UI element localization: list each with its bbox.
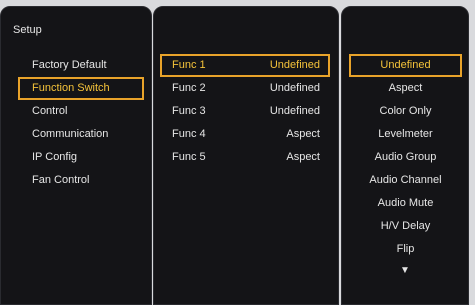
function-value: Undefined [269, 59, 320, 71]
function-row-func-1[interactable]: Func 1 Undefined [160, 54, 330, 77]
function-value: Undefined [269, 105, 320, 117]
option-levelmeter[interactable]: Levelmeter [349, 123, 462, 146]
menu-item-ip-config[interactable]: IP Config [18, 146, 144, 169]
setup-menu: Factory Default Function Switch Control … [1, 54, 151, 192]
function-name: Func 1 [172, 59, 206, 71]
option-list: Undefined Aspect Color Only Levelmeter A… [342, 54, 468, 284]
menu-item-communication[interactable]: Communication [18, 123, 144, 146]
menu-item-control[interactable]: Control [18, 100, 144, 123]
function-value: Aspect [286, 128, 320, 140]
option-audio-channel[interactable]: Audio Channel [349, 169, 462, 192]
function-value: Undefined [269, 82, 320, 94]
function-name: Func 2 [172, 82, 206, 94]
scroll-down-icon[interactable]: ▼ [342, 261, 468, 284]
function-name: Func 5 [172, 151, 206, 163]
option-audio-mute[interactable]: Audio Mute [349, 192, 462, 215]
option-aspect[interactable]: Aspect [349, 77, 462, 100]
menu-item-factory-default[interactable]: Factory Default [18, 54, 144, 77]
option-color-only[interactable]: Color Only [349, 100, 462, 123]
function-options-panel: Undefined Aspect Color Only Levelmeter A… [341, 6, 469, 305]
option-undefined[interactable]: Undefined [349, 54, 462, 77]
menu-item-function-switch[interactable]: Function Switch [18, 77, 144, 100]
function-name: Func 4 [172, 128, 206, 140]
function-list: Func 1 Undefined Func 2 Undefined Func 3… [154, 54, 338, 169]
setup-screen: Setup Factory Default Function Switch Co… [0, 0, 475, 305]
function-row-func-3[interactable]: Func 3 Undefined [160, 100, 330, 123]
panel-title: Setup [13, 24, 42, 36]
function-name: Func 3 [172, 105, 206, 117]
function-value: Aspect [286, 151, 320, 163]
function-row-func-4[interactable]: Func 4 Aspect [160, 123, 330, 146]
setup-menu-panel: Setup Factory Default Function Switch Co… [0, 6, 152, 305]
option-flip[interactable]: Flip [349, 238, 462, 261]
menu-item-fan-control[interactable]: Fan Control [18, 169, 144, 192]
function-row-func-2[interactable]: Func 2 Undefined [160, 77, 330, 100]
option-hv-delay[interactable]: H/V Delay [349, 215, 462, 238]
function-row-func-5[interactable]: Func 5 Aspect [160, 146, 330, 169]
option-audio-group[interactable]: Audio Group [349, 146, 462, 169]
function-switch-panel: Func 1 Undefined Func 2 Undefined Func 3… [153, 6, 339, 305]
